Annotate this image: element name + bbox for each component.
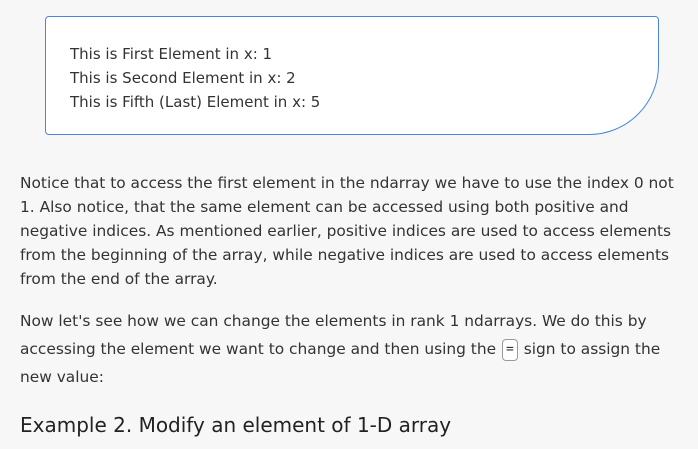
paragraph-modify-intro: Now let's see how we can change the elem… [20, 307, 685, 391]
output-line: This is Second Element in x: 2 [70, 69, 296, 87]
paragraph-indexing-note: Notice that to access the first element … [20, 174, 674, 288]
inline-code-equals: = [501, 338, 518, 361]
output-line: This is First Element in x: 1 [70, 45, 273, 63]
output-line: This is Fifth (Last) Element in x: 5 [70, 93, 321, 111]
code-output-box: This is First Element in x: 1 This is Se… [45, 16, 659, 135]
section-heading: Example 2. Modify an element of 1-D arra… [20, 413, 452, 437]
